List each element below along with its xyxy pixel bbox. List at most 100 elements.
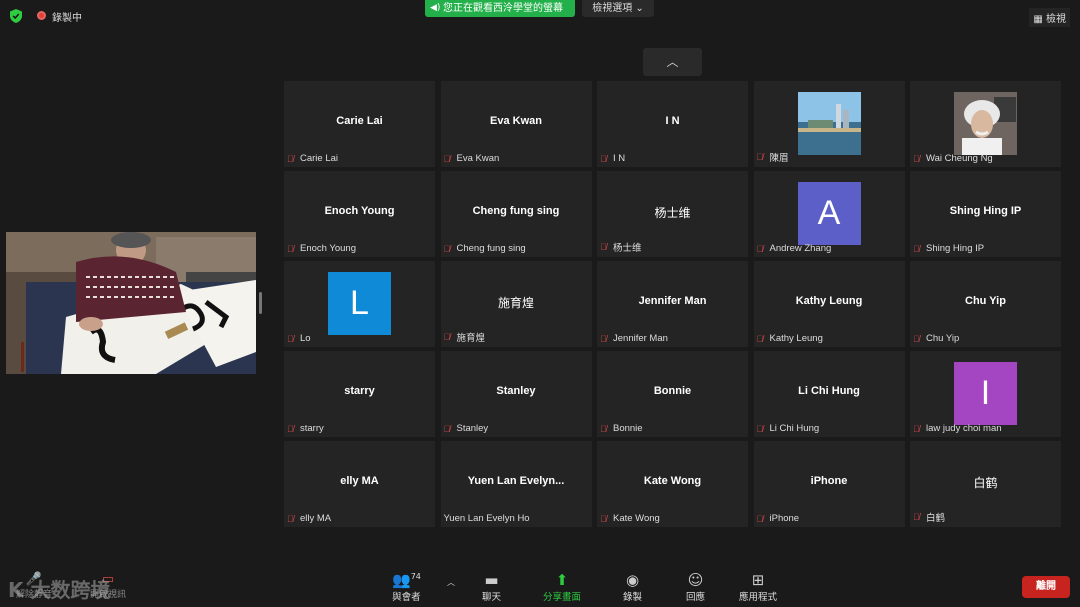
participant-tile[interactable]: Bonnie 🎙̸ Bonnie xyxy=(597,351,748,437)
participant-display-name: Kathy Leung xyxy=(795,295,863,307)
mic-muted-icon: 🎙̸ xyxy=(600,423,607,434)
participant-display-name: Jennifer Man xyxy=(638,295,707,307)
participant-name: starry xyxy=(300,423,324,434)
participant-tile[interactable]: Eva Kwan 🎙̸ Eva Kwan xyxy=(440,81,592,167)
participant-name: Andrew Zhang xyxy=(769,243,832,254)
participant-avatar xyxy=(954,92,1017,155)
participant-tile[interactable]: Cheng fung sing 🎙̸ Cheng fung sing xyxy=(440,171,592,257)
participant-name-tag: 🎙̸ iPhone xyxy=(757,513,800,524)
share-screen-button[interactable]: ⬆ 分享畫面 xyxy=(543,571,581,603)
participant-name: Kathy Leung xyxy=(769,333,823,344)
share-screen-label: 分享畫面 xyxy=(543,592,582,603)
participant-tile[interactable]: Shing Hing IP 🎙̸ Shing Hing IP xyxy=(910,171,1061,257)
mic-muted-icon: 🎙̸ xyxy=(913,423,920,434)
security-shield-icon[interactable] xyxy=(10,9,23,23)
participants-label: 與會者 xyxy=(392,592,421,603)
participant-tile[interactable]: 杨士维 🎙̸ 杨士维 xyxy=(597,171,748,257)
participant-display-name: Bonnie xyxy=(653,385,692,397)
participant-tile[interactable]: A 🎙̸ Andrew Zhang xyxy=(753,171,905,257)
participant-tile[interactable]: Stanley 🎙̸ Stanley xyxy=(440,351,592,437)
participant-name: 杨士维 xyxy=(613,243,642,254)
participant-name-tag: 🎙̸ 施育煌 xyxy=(444,330,486,344)
mic-muted-icon: 🎙̸ xyxy=(287,333,294,344)
participant-name-tag: 🎙̸ Shing Hing IP xyxy=(913,243,984,254)
split-view-drag-handle[interactable] xyxy=(259,292,262,314)
participant-tile[interactable]: Jennifer Man 🎙̸ Jennifer Man xyxy=(597,261,748,347)
participant-avatar: I xyxy=(954,362,1017,425)
mic-muted-icon: 🎙̸ xyxy=(756,513,764,524)
participant-name: Lo xyxy=(300,333,311,344)
participant-name-tag: 🎙̸ Carie Lai xyxy=(287,153,338,164)
participant-name: law judy choi man xyxy=(926,423,1002,434)
participant-display-name: Shing Hing IP xyxy=(949,205,1022,217)
participant-tile[interactable]: Kate Wong 🎙̸ Kate Wong xyxy=(597,441,748,527)
participant-name-tag: 🎙̸ Andrew Zhang xyxy=(757,243,832,254)
view-options-button[interactable]: 檢視選項 ⌄ xyxy=(582,0,654,17)
participant-tile[interactable]: Carie Lai 🎙̸ Carie Lai xyxy=(284,81,435,167)
participant-name: Cheng fung sing xyxy=(456,243,526,254)
participant-name-tag: 🎙̸ 白鹤 xyxy=(913,510,945,524)
record-label: 錄製 xyxy=(623,592,643,603)
mic-muted-icon: 🎙̸ xyxy=(756,243,764,254)
participants-icon: 👥74 xyxy=(392,571,421,589)
mic-muted-icon: 🎙̸ xyxy=(287,153,294,164)
grid-icon: ▦ xyxy=(1033,14,1046,25)
participant-tile[interactable]: elly MA 🎙̸ elly MA xyxy=(284,441,435,527)
participant-tile[interactable]: starry 🎙̸ starry xyxy=(284,351,435,437)
participant-avatar: A xyxy=(797,182,861,245)
participant-tile[interactable]: Chu Yip 🎙̸ Chu Yip xyxy=(910,261,1061,347)
participant-tile[interactable]: Enoch Young 🎙̸ Enoch Young xyxy=(284,171,435,257)
participant-display-name: Enoch Young xyxy=(324,205,395,217)
shared-screen-video[interactable] xyxy=(6,232,256,374)
leave-button[interactable]: 離開 xyxy=(1022,576,1070,598)
reactions-button[interactable]: ☺ 回應 xyxy=(686,571,705,603)
record-button[interactable]: ◉ 錄製 xyxy=(623,571,642,603)
watermark-logo: K 大数跨境 xyxy=(8,578,111,602)
participant-tile[interactable]: I N 🎙̸ I N xyxy=(597,81,748,167)
participant-name: Wai Cheung Ng xyxy=(926,153,993,164)
participant-tile[interactable]: Kathy Leung 🎙̸ Kathy Leung xyxy=(753,261,905,347)
view-button[interactable]: ▦ 檢視 xyxy=(1029,8,1070,27)
recording-label: 錄製中 xyxy=(52,13,82,24)
participant-tile[interactable]: 🎙̸ Wai Cheung Ng xyxy=(910,81,1061,167)
participant-name-tag: 🎙̸ Kathy Leung xyxy=(757,333,823,344)
participant-tile[interactable]: L 🎙̸ Lo xyxy=(284,261,435,347)
participant-name-tag: 🎙̸ Wai Cheung Ng xyxy=(913,153,993,164)
participant-name-tag: 🎙̸ starry xyxy=(287,423,324,434)
participant-name: Bonnie xyxy=(613,423,643,434)
apps-button[interactable]: ⊞ 應用程式 xyxy=(739,571,777,603)
participant-name-tag: 🎙̸ Enoch Young xyxy=(287,243,356,254)
mic-muted-icon: 🎙̸ xyxy=(443,423,451,434)
chat-label: 聊天 xyxy=(482,592,502,603)
participant-name-tag: 🎙̸ 杨士维 xyxy=(600,240,642,254)
mic-muted-icon: 🎙̸ xyxy=(287,243,294,254)
participant-name-tag: Yuen Lan Evelyn Ho xyxy=(444,513,530,524)
mic-muted-icon: 🎙̸ xyxy=(756,423,764,434)
participant-name: Jennifer Man xyxy=(613,333,668,344)
participant-tile[interactable]: Yuen Lan Evelyn... Yuen Lan Evelyn Ho xyxy=(440,441,592,527)
chat-button[interactable]: ▬ 聊天 xyxy=(482,571,501,603)
participants-chevron-up-icon[interactable]: ︿ xyxy=(447,577,455,588)
chevron-up-icon: ︿ xyxy=(666,55,679,69)
view-button-label: 檢視 xyxy=(1046,14,1066,25)
mic-muted-icon: 🎙̸ xyxy=(287,513,294,524)
participant-tile[interactable]: 白鹤 🎙̸ 白鹤 xyxy=(910,441,1061,527)
participant-display-name: Eva Kwan xyxy=(490,115,542,127)
participants-button[interactable]: 👥74 與會者 xyxy=(392,571,421,603)
share-screen-icon: ⬆ xyxy=(555,571,569,589)
recording-indicator-icon xyxy=(37,11,46,20)
mic-muted-icon: 🎙̸ xyxy=(600,242,607,252)
participant-tile[interactable]: I 🎙̸ law judy choi man xyxy=(910,351,1061,437)
participant-tile[interactable]: 🎙̸ 陳眉 xyxy=(753,81,905,167)
participant-name: 施育煌 xyxy=(456,333,486,344)
scroll-up-button[interactable]: ︿ xyxy=(643,48,702,76)
participant-display-name: Yuen Lan Evelyn... xyxy=(467,475,565,487)
participant-tile[interactable]: Li Chi Hung 🎙̸ Li Chi Hung xyxy=(753,351,905,437)
participant-name-tag: 🎙̸ I N xyxy=(600,153,625,164)
participant-tile[interactable]: 施育煌 🎙̸ 施育煌 xyxy=(440,261,592,347)
participant-name-tag: 🎙̸ Li Chi Hung xyxy=(757,423,820,434)
chat-icon: ▬ xyxy=(484,571,499,589)
participant-tile[interactable]: iPhone 🎙̸ iPhone xyxy=(753,441,905,527)
mic-muted-icon: 🎙̸ xyxy=(600,513,607,524)
share-notice-text: 您正在觀看西泠學堂的螢幕 xyxy=(443,3,563,14)
